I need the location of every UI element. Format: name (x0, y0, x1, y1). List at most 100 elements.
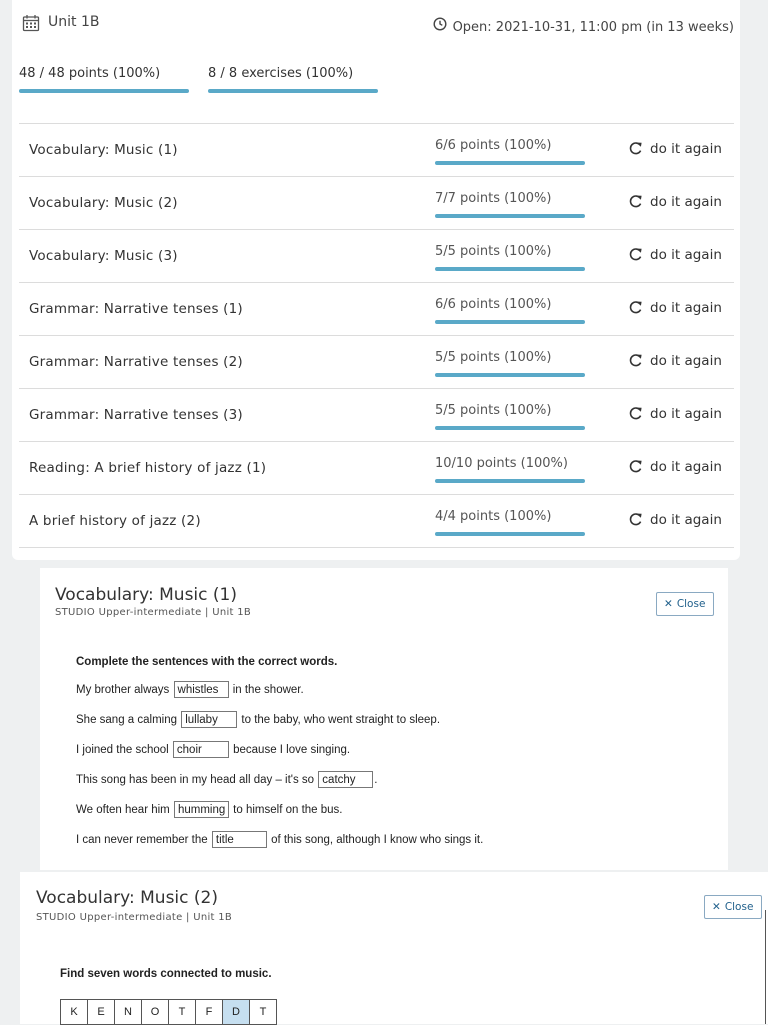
grid-cell[interactable]: O (142, 1000, 169, 1024)
do-it-again-label: do it again (650, 141, 722, 157)
exercise-progress-bar (435, 479, 585, 483)
close-icon: ✕ (664, 598, 673, 610)
grid-cell[interactable]: K (61, 1000, 88, 1024)
points-summary: 48 / 48 points (100%) (19, 66, 189, 93)
do-it-again-button[interactable]: do it again (628, 353, 722, 369)
answer-input[interactable]: whistles (173, 681, 229, 699)
exercise-row: Grammar: Narrative tenses (3) 5/5 points… (19, 389, 734, 442)
exercise-row: Reading: A brief history of jazz (1) 10/… (19, 442, 734, 495)
exercise-name[interactable]: Grammar: Narrative tenses (2) (29, 354, 243, 370)
open-date-text: Open: 2021-10-31, 11:00 pm (in 13 weeks) (452, 20, 734, 35)
exercise-row: Grammar: Narrative tenses (1) 6/6 points… (19, 283, 734, 336)
grid-cell[interactable]: T (250, 1000, 277, 1024)
exercise-progress-bar (435, 320, 585, 324)
do-it-again-button[interactable]: do it again (628, 247, 722, 263)
do-it-again-button[interactable]: do it again (628, 512, 722, 528)
sentence: We often hear him humming to himself on … (76, 800, 483, 830)
exercise-progress-bar (435, 161, 585, 165)
sentence-text-before: My brother always (76, 684, 170, 696)
exercise-name[interactable]: Grammar: Narrative tenses (1) (29, 301, 243, 317)
points-progress-bar (19, 89, 189, 93)
answer-input[interactable]: catchy (318, 771, 374, 789)
sentence-text-after: in the shower. (232, 684, 304, 696)
panel-subtitle: STUDIO Upper-intermediate | Unit 1B (36, 912, 233, 923)
do-it-again-label: do it again (650, 512, 722, 528)
do-it-again-label: do it again (650, 406, 722, 422)
grid-cell[interactable]: N (115, 1000, 142, 1024)
exercise-name[interactable]: Reading: A brief history of jazz (1) (29, 460, 266, 476)
do-it-again-button[interactable]: do it again (628, 459, 722, 475)
exercise-row: Vocabulary: Music (1) 6/6 points (100%) … (19, 124, 734, 177)
close-icon: ✕ (712, 901, 721, 913)
sentence: She sang a calming lullaby to the baby, … (76, 710, 483, 740)
close-label: Close (724, 901, 754, 913)
sentence: This song has been in my head all day – … (76, 770, 483, 800)
exercise-score-label: 7/7 points (100%) (435, 191, 552, 206)
exercise-score-label: 5/5 points (100%) (435, 403, 552, 418)
do-it-again-button[interactable]: do it again (628, 194, 722, 210)
close-button[interactable]: ✕ Close (656, 592, 715, 616)
grid-cell[interactable]: T (169, 1000, 196, 1024)
sentence-text-after: of this song, although I know who sings … (271, 834, 484, 846)
exercise-row: Grammar: Narrative tenses (2) 5/5 points… (19, 336, 734, 389)
sentence-text-before: I can never remember the (76, 834, 208, 846)
exercise-row: Vocabulary: Music (2) 7/7 points (100%) … (19, 177, 734, 230)
answer-input[interactable]: humming (173, 801, 229, 819)
sentence-text-after: because I love singing. (233, 744, 351, 756)
exercise-panel-music-2: Vocabulary: Music (2) STUDIO Upper-inter… (20, 872, 768, 1025)
close-button[interactable]: ✕ Close (704, 895, 763, 919)
sentence-text-before: I joined the school (76, 744, 169, 756)
exercise-panel-music-1: Vocabulary: Music (1) STUDIO Upper-inter… (40, 568, 728, 870)
exercise-score-label: 6/6 points (100%) (435, 138, 552, 153)
exercises-summary: 8 / 8 exercises (100%) (208, 66, 378, 93)
grid-cell[interactable]: F (196, 1000, 223, 1024)
sentence-text-after: to the baby, who went straight to sleep. (241, 714, 441, 726)
exercise-progress-bar (435, 532, 585, 536)
redo-icon (629, 513, 642, 526)
exercise-row: A brief history of jazz (2) 4/4 points (… (19, 495, 734, 548)
redo-icon (629, 142, 642, 155)
sentence-text-after: to himself on the bus. (233, 804, 343, 816)
exercise-name[interactable]: Grammar: Narrative tenses (3) (29, 407, 243, 423)
exercise-score-label: 10/10 points (100%) (435, 456, 568, 471)
exercises-progress-bar (208, 89, 378, 93)
sentence-text-after: . (374, 774, 378, 786)
exercise-name[interactable]: Vocabulary: Music (3) (29, 248, 178, 264)
do-it-again-button[interactable]: do it again (628, 141, 722, 157)
exercise-score: 7/7 points (100%) (435, 191, 585, 218)
points-summary-label: 48 / 48 points (100%) (19, 66, 161, 81)
exercise-name[interactable]: Vocabulary: Music (2) (29, 195, 178, 211)
exercise-score: 5/5 points (100%) (435, 244, 585, 271)
exercise-score-label: 5/5 points (100%) (435, 350, 552, 365)
open-date: Open: 2021-10-31, 11:00 pm (in 13 weeks) (433, 16, 734, 36)
calendar-icon (22, 15, 40, 32)
exercise-score-label: 6/6 points (100%) (435, 297, 552, 312)
exercise-list: Vocabulary: Music (1) 6/6 points (100%) … (19, 123, 734, 548)
exercise-score-label: 5/5 points (100%) (435, 244, 552, 259)
sentence-list: My brother always whistles in the shower… (76, 680, 483, 860)
do-it-again-label: do it again (650, 194, 722, 210)
do-it-again-button[interactable]: do it again (628, 300, 722, 316)
do-it-again-button[interactable]: do it again (628, 406, 722, 422)
grid-cell[interactable]: E (88, 1000, 115, 1024)
do-it-again-label: do it again (650, 353, 722, 369)
redo-icon (629, 460, 642, 473)
exercise-progress-bar (435, 426, 585, 430)
unit-title: Unit 1B (48, 14, 100, 30)
do-it-again-label: do it again (650, 300, 722, 316)
panel-divider (765, 910, 766, 1024)
redo-icon (629, 195, 642, 208)
sentence-text-before: We often hear him (76, 804, 170, 816)
answer-input[interactable]: choir (172, 741, 229, 759)
answer-input[interactable]: lullaby (181, 711, 238, 729)
unit-header: Unit 1B Open: 2021-10-31, 11:00 pm (in 1… (22, 12, 734, 36)
exercise-name[interactable]: Vocabulary: Music (1) (29, 142, 178, 158)
panel-subtitle: STUDIO Upper-intermediate | Unit 1B (55, 607, 252, 618)
exercise-progress-bar (435, 214, 585, 218)
exercise-score-label: 4/4 points (100%) (435, 509, 552, 524)
answer-input[interactable]: title (211, 831, 267, 849)
grid-cell[interactable]: D (223, 1000, 250, 1024)
exercise-name[interactable]: A brief history of jazz (2) (29, 513, 201, 529)
exercise-progress-bar (435, 267, 585, 271)
sentence-text-before: This song has been in my head all day – … (76, 774, 315, 786)
